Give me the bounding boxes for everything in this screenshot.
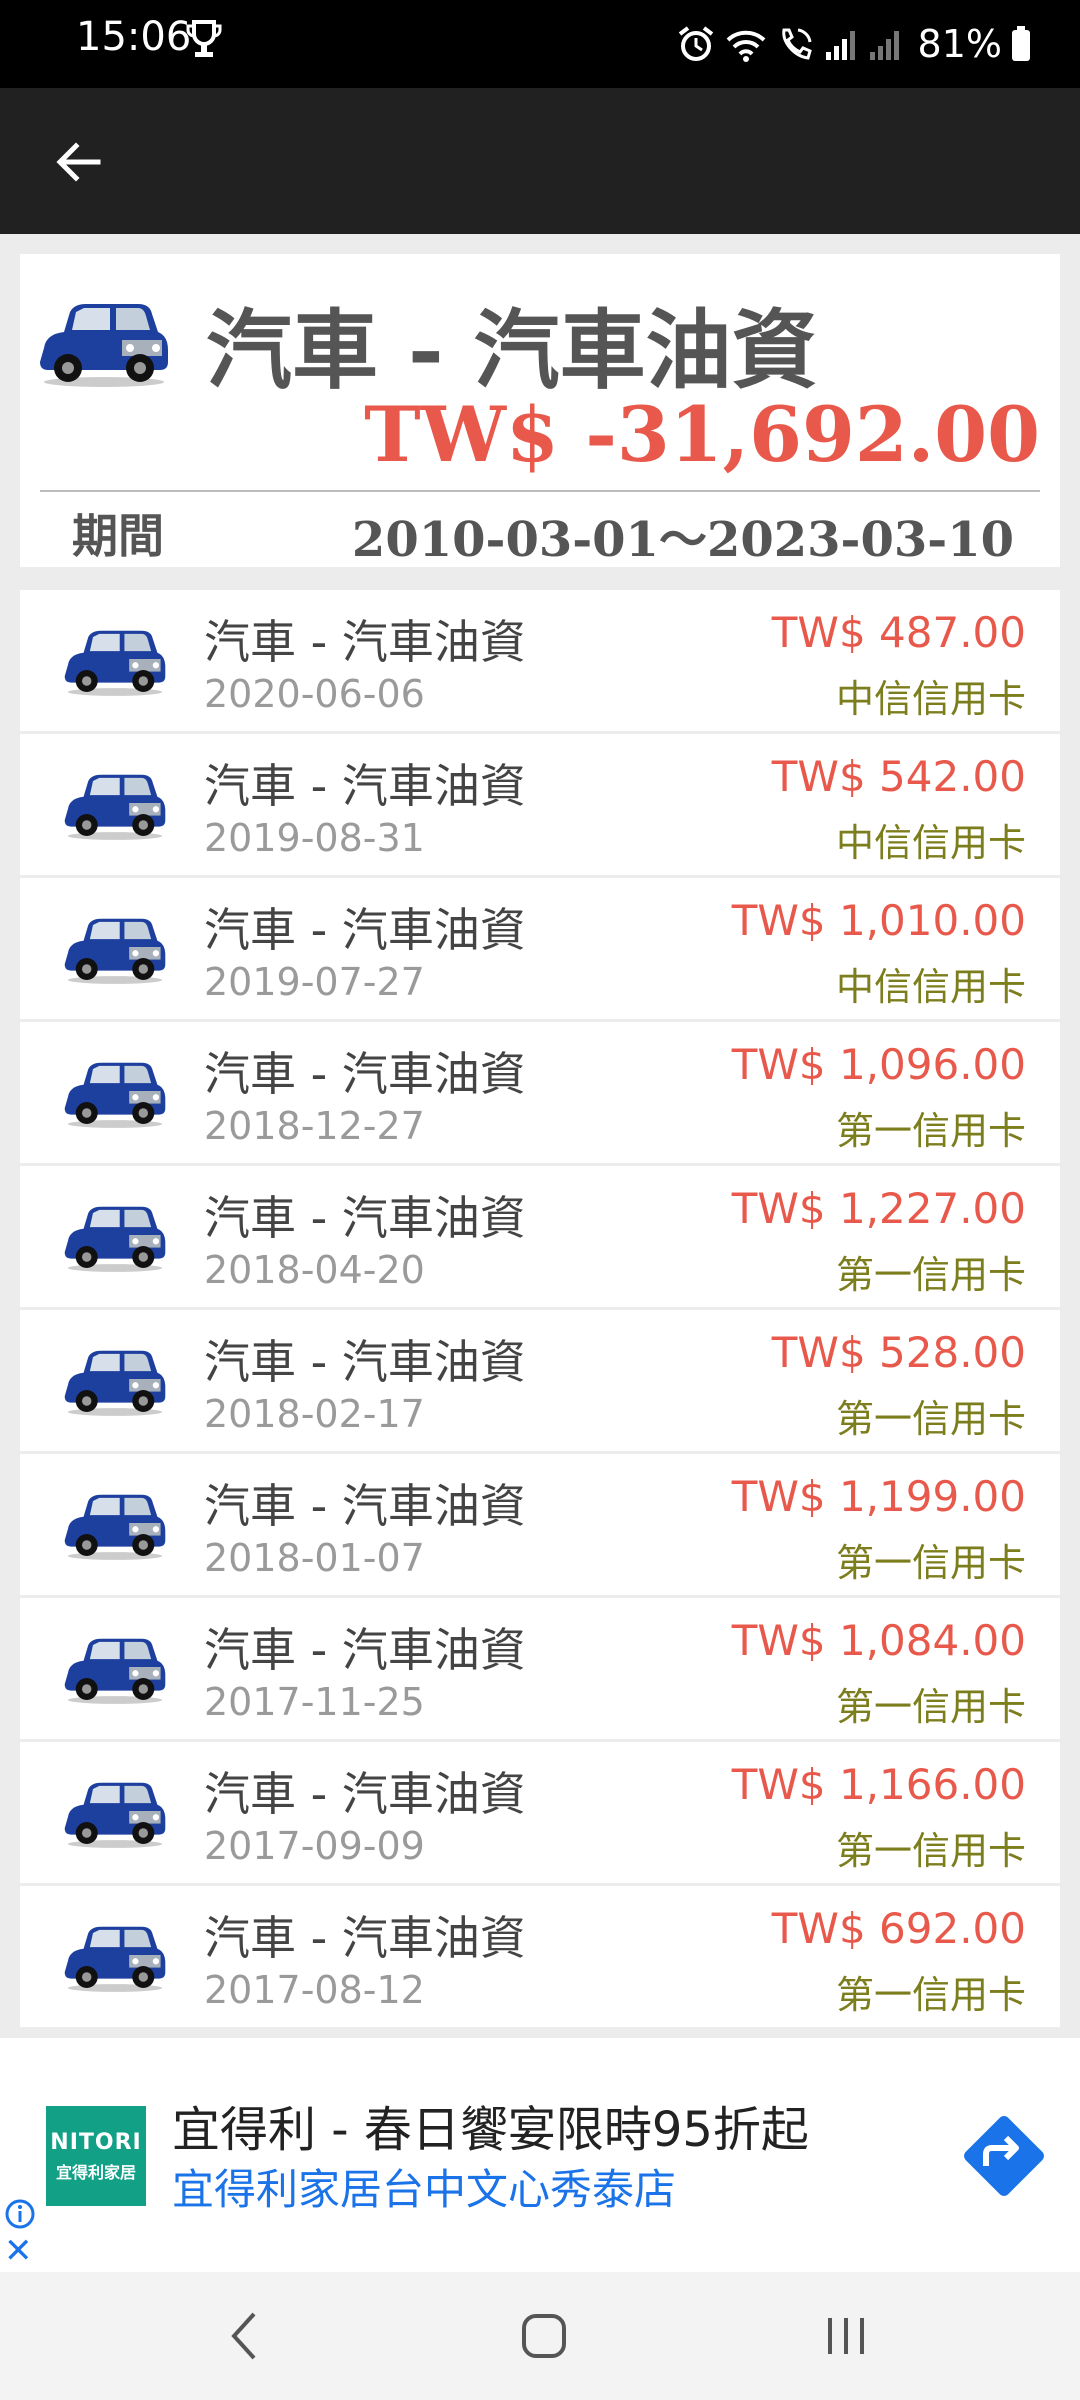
transaction-amount: TW$ 692.00: [771, 1904, 1026, 1953]
summary-title: 汽車 - 汽車油資: [206, 300, 818, 401]
transaction-list: 汽車 - 汽車油資 2020-06-06 TW$ 487.00 中信信用卡 汽車…: [20, 590, 1060, 2030]
transaction-row[interactable]: 汽車 - 汽車油資 2020-06-06 TW$ 487.00 中信信用卡: [20, 590, 1060, 731]
signal-icon-2: [869, 31, 899, 60]
back-arrow-icon[interactable]: [48, 132, 108, 192]
transaction-row[interactable]: 汽車 - 汽車油資 2017-08-12 TW$ 692.00 第一信用卡: [20, 1886, 1060, 2027]
car-icon: [64, 1638, 166, 1704]
transaction-account: 中信信用卡: [835, 677, 1026, 721]
transaction-title: 汽車 - 汽車油資: [204, 1623, 526, 1677]
nav-recents-icon[interactable]: [822, 2308, 870, 2364]
transaction-account: 第一信用卡: [835, 1829, 1026, 1873]
car-icon: [64, 774, 166, 840]
transaction-date: 2019-07-27: [204, 960, 425, 1004]
transaction-amount: TW$ 1,199.00: [731, 1472, 1026, 1521]
transaction-date: 2017-09-09: [204, 1824, 425, 1868]
signal-icon: [825, 31, 855, 60]
wifi-icon: [726, 30, 765, 62]
app-bar: [0, 88, 1080, 234]
transaction-title: 汽車 - 汽車油資: [204, 1767, 526, 1821]
status-icons: 81%: [676, 14, 1032, 74]
period-range[interactable]: 2010-03-01～2023-03-10: [352, 500, 1014, 570]
transaction-amount: TW$ 1,166.00: [731, 1760, 1026, 1809]
transaction-amount: TW$ 1,084.00: [731, 1616, 1026, 1665]
nav-back-icon[interactable]: [226, 2308, 262, 2364]
transaction-row[interactable]: 汽車 - 汽車油資 2017-11-25 TW$ 1,084.00 第一信用卡: [20, 1598, 1060, 1739]
trophy-icon: [186, 20, 222, 57]
battery-icon: [1012, 26, 1030, 61]
ad-logo-brand: NITORI: [50, 2130, 142, 2155]
transaction-date: 2017-08-12: [204, 1968, 425, 2012]
transaction-title: 汽車 - 汽車油資: [204, 759, 526, 813]
transaction-amount: TW$ 487.00: [771, 608, 1026, 657]
transaction-amount: TW$ 1,010.00: [731, 896, 1026, 945]
transaction-row[interactable]: 汽車 - 汽車油資 2018-01-07 TW$ 1,199.00 第一信用卡: [20, 1454, 1060, 1595]
transaction-title: 汽車 - 汽車油資: [204, 1191, 526, 1245]
transaction-account: 第一信用卡: [835, 1253, 1026, 1297]
transaction-account: 中信信用卡: [835, 821, 1026, 865]
navigation-bar: [0, 2272, 1080, 2400]
transaction-row[interactable]: 汽車 - 汽車油資 2018-04-20 TW$ 1,227.00 第一信用卡: [20, 1166, 1060, 1307]
car-icon: [40, 304, 168, 387]
transaction-row[interactable]: 汽車 - 汽車油資 2018-02-17 TW$ 528.00 第一信用卡: [20, 1310, 1060, 1451]
period-label: 期間: [72, 509, 164, 563]
transaction-title: 汽車 - 汽車油資: [204, 1479, 526, 1533]
ad-title[interactable]: 宜得利 - 春日饗宴限時95折起: [172, 2090, 809, 2160]
car-icon: [64, 918, 166, 984]
transaction-row[interactable]: 汽車 - 汽車油資 2019-07-27 TW$ 1,010.00 中信信用卡: [20, 878, 1060, 1019]
car-icon: [64, 630, 166, 696]
car-icon: [64, 1206, 166, 1272]
transaction-account: 中信信用卡: [835, 965, 1026, 1009]
car-icon: [64, 1926, 166, 1992]
ad-close-icon[interactable]: ✕: [4, 2234, 33, 2268]
car-icon: [64, 1782, 166, 1848]
transaction-date: 2018-01-07: [204, 1536, 425, 1580]
transaction-date: 2018-02-17: [204, 1392, 425, 1436]
transaction-amount: TW$ 1,096.00: [731, 1040, 1026, 1089]
summary-total: TW$ -31,692.00: [364, 390, 1040, 479]
battery-percent: 81%: [917, 22, 1002, 66]
transaction-date: 2019-08-31: [204, 816, 425, 860]
transaction-title: 汽車 - 汽車油資: [204, 615, 526, 669]
ad-banner[interactable]: NITORI 宜得利家居 宜得利 - 春日饗宴限時95折起 宜得利家居台中文心秀…: [0, 2038, 1080, 2272]
directions-icon[interactable]: [958, 2110, 1050, 2202]
status-bar: 15:06 81%: [0, 0, 1080, 88]
transaction-row[interactable]: 汽車 - 汽車油資 2019-08-31 TW$ 542.00 中信信用卡: [20, 734, 1060, 875]
car-icon: [64, 1494, 166, 1560]
transaction-date: 2017-11-25: [204, 1680, 425, 1724]
transaction-title: 汽車 - 汽車油資: [204, 903, 526, 957]
transaction-title: 汽車 - 汽車油資: [204, 1335, 526, 1389]
transaction-row[interactable]: 汽車 - 汽車油資 2018-12-27 TW$ 1,096.00 第一信用卡: [20, 1022, 1060, 1163]
transaction-date: 2018-04-20: [204, 1248, 425, 1292]
transaction-title: 汽車 - 汽車油資: [204, 1047, 526, 1101]
transaction-account: 第一信用卡: [835, 1397, 1026, 1441]
ad-logo-sub: 宜得利家居: [55, 2163, 136, 2182]
nav-home-icon[interactable]: [520, 2308, 568, 2364]
transaction-account: 第一信用卡: [835, 1973, 1026, 2017]
transaction-account: 第一信用卡: [835, 1109, 1026, 1153]
alarm-icon: [678, 26, 713, 61]
car-icon: [64, 1350, 166, 1416]
summary-divider: [40, 490, 1040, 492]
transaction-date: 2018-12-27: [204, 1104, 425, 1148]
ad-info-icon[interactable]: [4, 2198, 36, 2230]
ad-subtitle[interactable]: 宜得利家居台中文心秀泰店: [172, 2156, 676, 2217]
ad-logo[interactable]: NITORI 宜得利家居: [46, 2106, 146, 2206]
transaction-title: 汽車 - 汽車油資: [204, 1911, 526, 1965]
transaction-account: 第一信用卡: [835, 1685, 1026, 1729]
wifi-calling-icon: [781, 28, 812, 60]
transaction-amount: TW$ 528.00: [771, 1328, 1026, 1377]
transaction-row[interactable]: 汽車 - 汽車油資 2017-09-09 TW$ 1,166.00 第一信用卡: [20, 1742, 1060, 1883]
status-time: 15:06: [76, 14, 192, 60]
car-icon: [64, 1062, 166, 1128]
summary-card: 汽車 - 汽車油資 TW$ -31,692.00 期間 2010-03-01～2…: [20, 254, 1060, 570]
transaction-date: 2020-06-06: [204, 672, 425, 716]
transaction-amount: TW$ 1,227.00: [731, 1184, 1026, 1233]
transaction-account: 第一信用卡: [835, 1541, 1026, 1585]
transaction-amount: TW$ 542.00: [771, 752, 1026, 801]
